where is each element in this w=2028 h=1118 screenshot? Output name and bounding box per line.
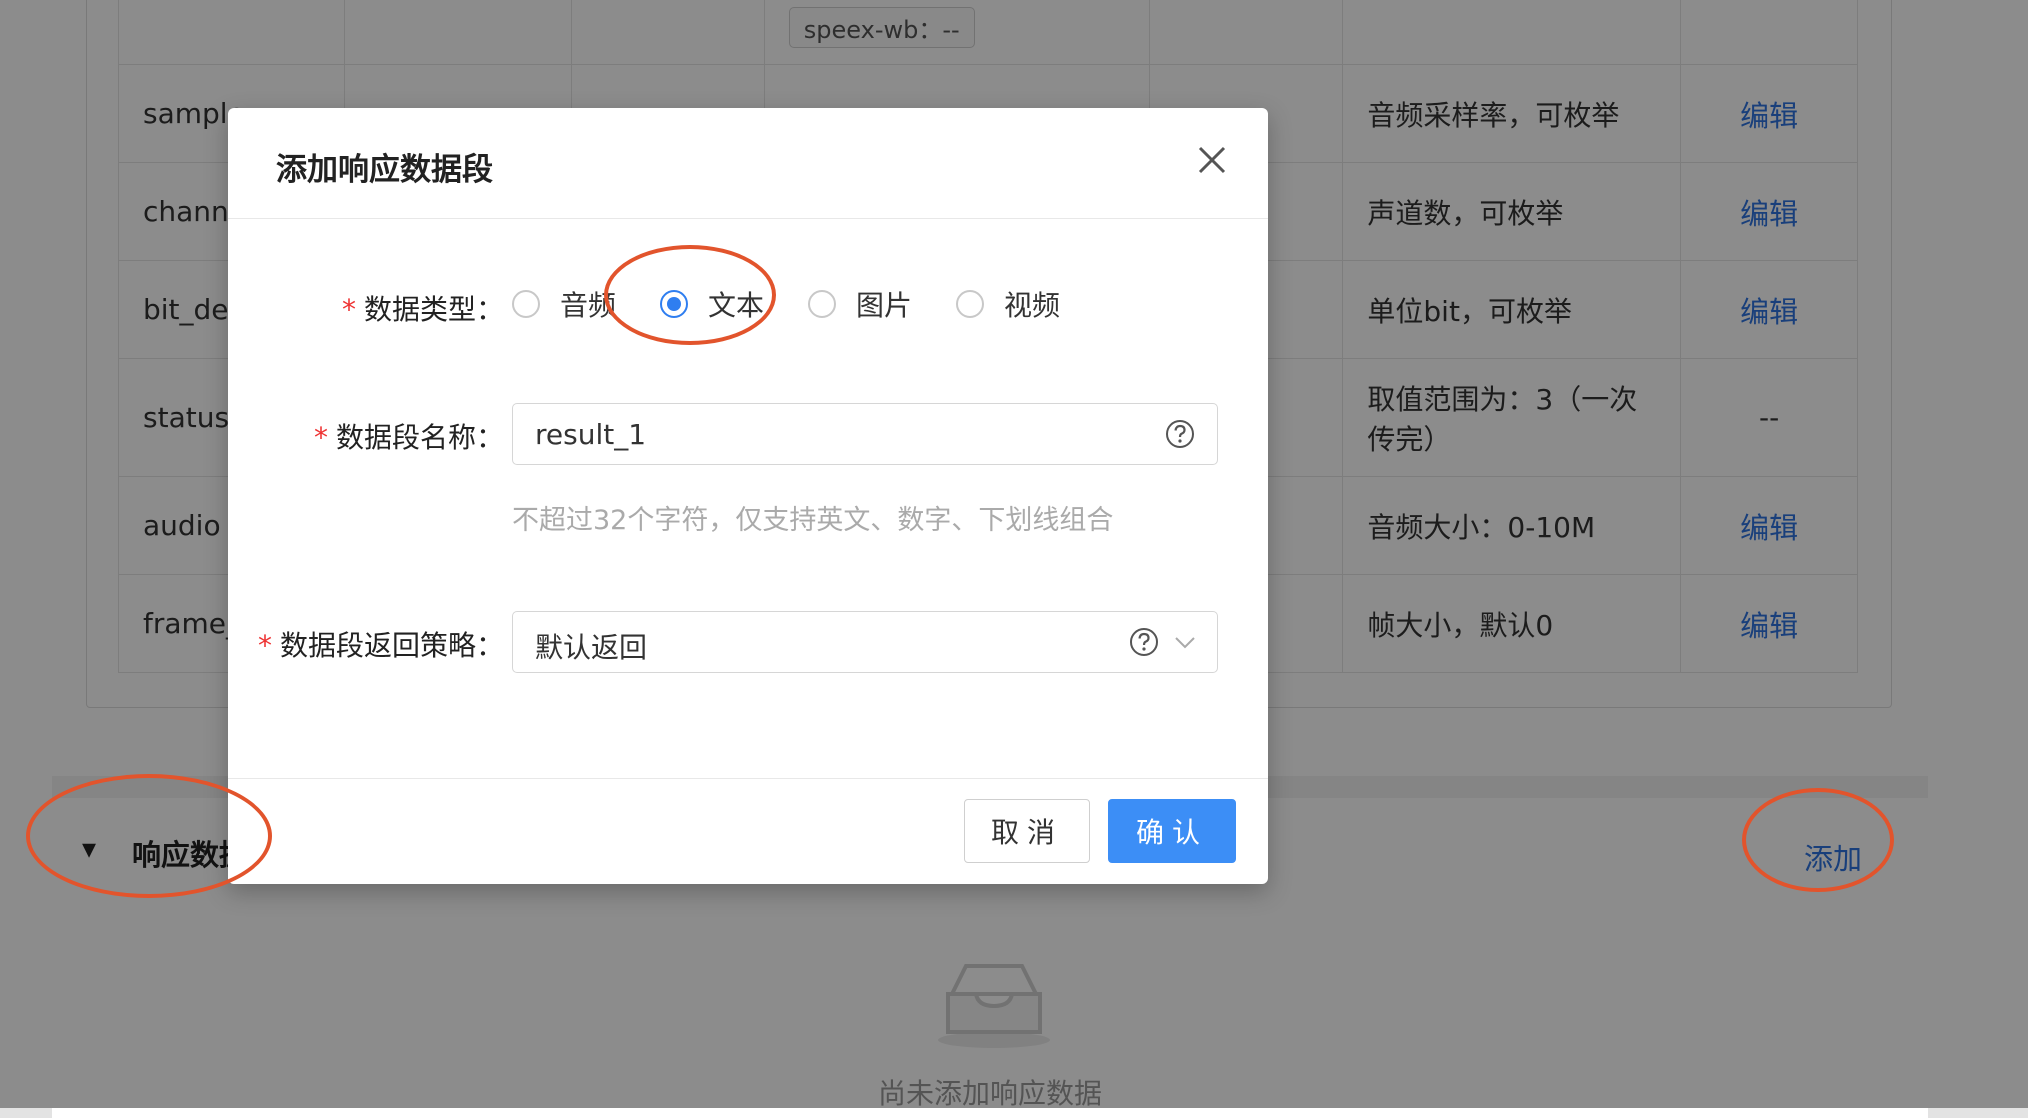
- return-strategy-value: 默认返回: [535, 631, 648, 664]
- cancel-button[interactable]: 取消: [964, 799, 1090, 863]
- close-icon[interactable]: [1194, 142, 1230, 178]
- required-mark: *: [313, 421, 328, 454]
- annotation-circle-section-title: [26, 774, 272, 898]
- segment-name-label: * 数据段名称：: [313, 421, 504, 454]
- help-icon[interactable]: [1165, 419, 1195, 449]
- data-type-label: * 数据类型：: [341, 293, 504, 326]
- help-icon[interactable]: [1129, 627, 1159, 657]
- radio-audio[interactable]: 音频: [512, 284, 616, 324]
- dialog-header: 添加响应数据段: [228, 108, 1268, 219]
- add-response-segment-dialog: 添加响应数据段 * 数据类型： 音频 文本 图片 视频 * 数据段名称： resul…: [228, 108, 1268, 884]
- dialog-footer: 取消 确认: [228, 778, 1268, 885]
- required-mark: *: [341, 293, 356, 326]
- radio-label: 视频: [1004, 289, 1061, 322]
- radio-video[interactable]: 视频: [956, 284, 1060, 324]
- segment-name-input[interactable]: result_1: [512, 403, 1218, 465]
- segment-name-value[interactable]: result_1: [535, 418, 646, 451]
- return-strategy-select[interactable]: 默认返回: [512, 611, 1218, 673]
- radio-image[interactable]: 图片: [808, 284, 912, 324]
- chevron-down-icon[interactable]: [1173, 630, 1197, 654]
- annotation-circle-text-option: [604, 245, 776, 345]
- confirm-button[interactable]: 确认: [1108, 799, 1236, 863]
- data-type-radio-group: 音频 文本 图片 视频: [512, 284, 1104, 324]
- radio-circle[interactable]: [808, 290, 837, 318]
- radio-circle[interactable]: [512, 290, 540, 318]
- radio-label: 图片: [856, 289, 913, 322]
- radio-circle[interactable]: [956, 290, 985, 318]
- return-strategy-label: * 数据段返回策略：: [257, 629, 504, 662]
- segment-name-hint: 不超过32个字符，仅支持英文、数字、下划线组合: [512, 505, 1114, 536]
- required-mark: *: [257, 629, 272, 662]
- dialog-title: 添加响应数据段: [276, 152, 493, 188]
- annotation-circle-add-link: [1742, 788, 1894, 892]
